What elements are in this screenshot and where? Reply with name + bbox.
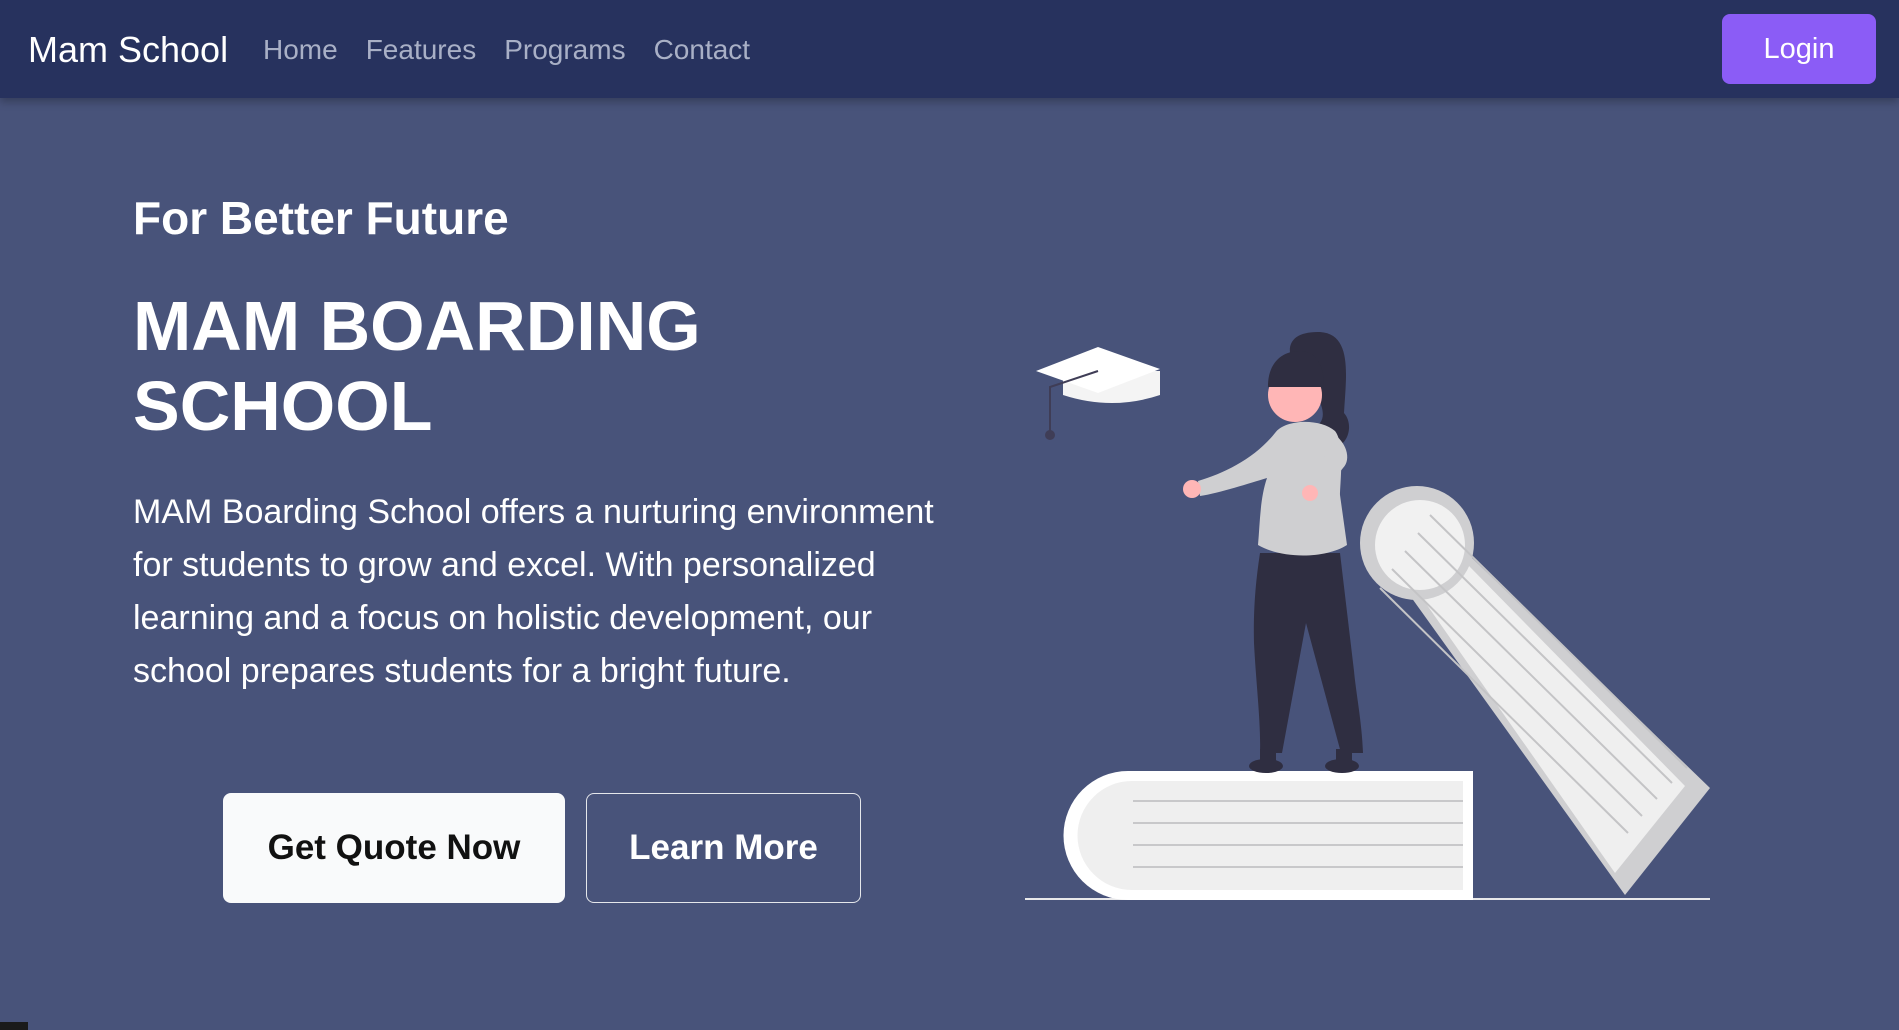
- student-figure-icon: [1183, 331, 1363, 773]
- nav-links: Home Features Programs Contact: [263, 32, 750, 68]
- learn-more-button[interactable]: Learn More: [586, 793, 861, 903]
- hero-headline: MAM BOARDING SCHOOL: [133, 287, 701, 445]
- graduation-illustration: [1025, 331, 1710, 900]
- nav-link-home[interactable]: Home: [263, 32, 338, 68]
- graduation-cap-icon: [1036, 347, 1160, 440]
- nav-link-features[interactable]: Features: [366, 32, 477, 68]
- brand-logo[interactable]: Mam School: [28, 28, 228, 72]
- lying-book-icon: [1063, 771, 1473, 900]
- nav-link-programs[interactable]: Programs: [504, 32, 625, 68]
- page-corner-marker: [0, 1022, 28, 1030]
- hero-eyebrow: For Better Future: [133, 192, 509, 244]
- navbar: Mam School Home Features Programs Contac…: [0, 0, 1899, 98]
- login-button[interactable]: Login: [1722, 14, 1876, 84]
- nav-link-contact[interactable]: Contact: [654, 32, 751, 68]
- hero-section: For Better Future MAM BOARDING SCHOOL MA…: [0, 98, 1899, 1030]
- hero-description: MAM Boarding School offers a nurturing e…: [133, 493, 934, 690]
- get-quote-button[interactable]: Get Quote Now: [223, 793, 565, 903]
